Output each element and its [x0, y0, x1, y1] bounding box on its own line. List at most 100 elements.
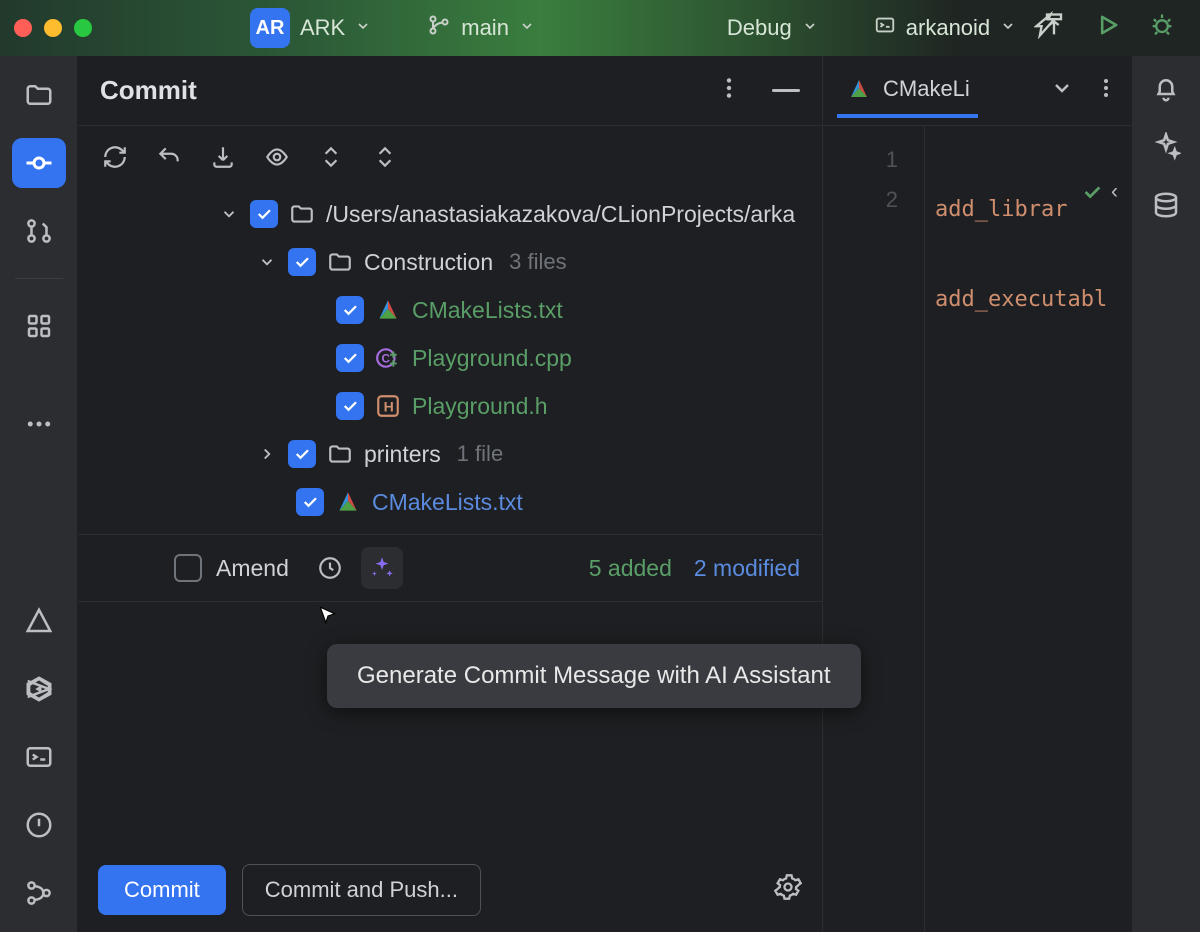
rollback-button[interactable]	[156, 144, 182, 176]
checkbox-checked[interactable]	[250, 200, 278, 228]
file-label: CMakeLists.txt	[412, 297, 563, 324]
folder-label: Construction	[364, 249, 493, 276]
build-config-label: Debug	[727, 15, 792, 41]
checkbox-checked[interactable]	[336, 392, 364, 420]
more-icon[interactable]	[716, 75, 742, 107]
notifications-button[interactable]	[1151, 74, 1181, 110]
ai-assistant-button[interactable]	[1151, 132, 1181, 168]
group-button[interactable]	[372, 144, 398, 176]
gutter: 1 2	[823, 126, 925, 932]
minimize-panel-button[interactable]	[772, 89, 800, 92]
file-label: Playground.h	[412, 393, 548, 420]
terminal-tool-button[interactable]	[12, 732, 66, 782]
cmake-tool-button[interactable]	[12, 596, 66, 646]
amend-label: Amend	[216, 555, 289, 582]
chevron-down-icon[interactable]	[1050, 76, 1074, 106]
checkbox-checked[interactable]	[288, 248, 316, 276]
folder-label: printers	[364, 441, 441, 468]
shelve-button[interactable]	[210, 144, 236, 176]
chevron-down-icon[interactable]	[218, 205, 240, 223]
cmake-icon	[374, 296, 402, 324]
branch-icon	[427, 13, 451, 43]
line-number: 1	[823, 140, 898, 180]
chevron-down-icon	[519, 16, 535, 40]
tree-file-playground-cpp[interactable]: C Playground.cpp	[78, 334, 822, 382]
commit-button[interactable]: Commit	[98, 865, 226, 915]
chevron-down-icon	[1000, 16, 1016, 40]
cursor-icon	[315, 604, 341, 636]
chevron-right-icon[interactable]	[256, 445, 278, 463]
minimize-window-button[interactable]	[44, 19, 62, 37]
history-button[interactable]	[317, 555, 343, 581]
commit-tool-button[interactable]	[12, 138, 66, 188]
project-selector[interactable]: AR ARK	[240, 8, 381, 48]
settings-button[interactable]	[774, 873, 802, 907]
pull-requests-tool-button[interactable]	[12, 206, 66, 256]
build-config-selector[interactable]: Debug	[717, 15, 828, 41]
amend-bar: Amend 5 added 2 modified	[78, 534, 822, 602]
maximize-window-button[interactable]	[74, 19, 92, 37]
folder-meta: 3 files	[509, 249, 566, 275]
tab-label: CMakeLi	[883, 76, 970, 102]
commit-message-area[interactable]	[78, 602, 822, 848]
tree-folder-printers[interactable]: printers 1 file	[78, 430, 822, 478]
run-target-label: arkanoid	[906, 15, 990, 41]
chevron-down-icon	[355, 16, 371, 40]
structure-tool-button[interactable]	[12, 301, 66, 351]
run-target-selector[interactable]: arkanoid	[864, 14, 1026, 42]
vcs-tool-button[interactable]	[12, 868, 66, 918]
file-label: Playground.cpp	[412, 345, 572, 372]
build-button[interactable]	[1034, 11, 1068, 45]
chevron-down-icon	[802, 16, 818, 40]
database-button[interactable]	[1151, 190, 1181, 226]
commit-toolbar	[78, 126, 822, 186]
code-line: add_librar	[935, 197, 1067, 222]
modified-count: 2 modified	[694, 555, 800, 582]
branch-selector[interactable]: main	[417, 13, 545, 43]
commit-footer: Commit Commit and Push...	[78, 848, 822, 932]
tree-file-cmakelists-root[interactable]: CMakeLists.txt	[78, 478, 822, 526]
checkbox-checked[interactable]	[336, 344, 364, 372]
more-icon[interactable]	[1094, 76, 1118, 106]
commit-title: Commit	[100, 75, 197, 106]
commit-panel: Commit /Users/anastasiakazakova/CLionPro…	[78, 56, 823, 932]
problems-tool-button[interactable]	[12, 800, 66, 850]
file-label: CMakeLists.txt	[372, 489, 523, 516]
changelist-button[interactable]	[318, 144, 344, 176]
editor-tabs: CMakeLi	[823, 56, 1132, 126]
diff-button[interactable]	[264, 144, 290, 176]
checkbox-checked[interactable]	[296, 488, 324, 516]
close-window-button[interactable]	[14, 19, 32, 37]
inspection-widget[interactable]: ‹	[1081, 180, 1118, 204]
checkbox-checked[interactable]	[288, 440, 316, 468]
ai-generate-button[interactable]	[361, 547, 403, 589]
project-tool-button[interactable]	[12, 70, 66, 120]
project-name: ARK	[300, 15, 345, 41]
project-badge: AR	[250, 8, 290, 48]
changes-tree: /Users/anastasiakazakova/CLionProjects/a…	[78, 186, 822, 534]
right-tool-strip	[1132, 56, 1200, 932]
code-editor[interactable]: add_librar add_executabl	[925, 126, 1132, 932]
tree-root-row[interactable]: /Users/anastasiakazakova/CLionProjects/a…	[78, 190, 822, 238]
folder-meta: 1 file	[457, 441, 503, 467]
folder-icon	[326, 248, 354, 276]
services-tool-button[interactable]	[12, 664, 66, 714]
tree-folder-construction[interactable]: Construction 3 files	[78, 238, 822, 286]
more-tool-button[interactable]	[12, 399, 66, 449]
tree-file-playground-h[interactable]: H Playground.h	[78, 382, 822, 430]
header-icon: H	[374, 392, 402, 420]
run-button[interactable]	[1094, 11, 1122, 45]
tree-file-cmakelists[interactable]: CMakeLists.txt	[78, 286, 822, 334]
refresh-button[interactable]	[102, 144, 128, 176]
editor-tab-cmakelists[interactable]: CMakeLi	[837, 64, 978, 118]
folder-icon	[326, 440, 354, 468]
terminal-icon	[874, 14, 896, 42]
debug-button[interactable]	[1148, 11, 1176, 45]
checkbox-checked[interactable]	[336, 296, 364, 324]
amend-checkbox[interactable]	[174, 554, 202, 582]
chevron-down-icon[interactable]	[256, 253, 278, 271]
commit-and-push-button[interactable]: Commit and Push...	[242, 864, 481, 916]
svg-text:C: C	[382, 351, 391, 365]
line-number: 2	[823, 180, 898, 220]
folder-icon	[288, 200, 316, 228]
